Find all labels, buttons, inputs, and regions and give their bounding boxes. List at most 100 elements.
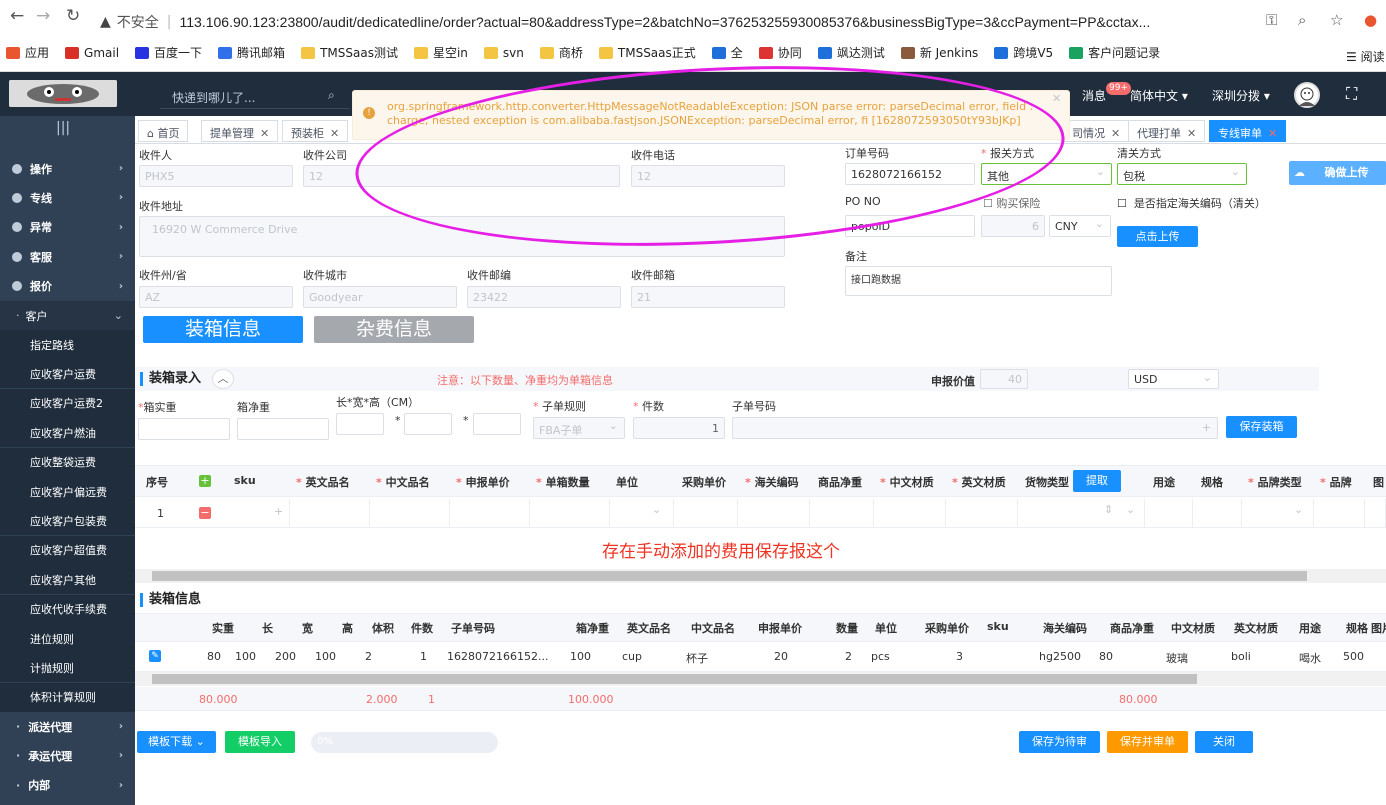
sku-cell-input[interactable] xyxy=(1314,499,1365,527)
sku-cell-input[interactable] xyxy=(610,499,674,527)
email-input[interactable]: 21 xyxy=(631,286,785,308)
chevron-down-icon[interactable]: ⌄ xyxy=(1126,503,1135,516)
search-icon[interactable]: ⌕ xyxy=(328,88,335,103)
bookmark-item[interactable]: svn xyxy=(483,44,524,61)
sku-cell-input[interactable] xyxy=(530,499,610,527)
pieces-input[interactable]: 1 xyxy=(633,417,725,439)
sku-cell-input[interactable] xyxy=(674,499,738,527)
template-import-button[interactable]: 模板导入 xyxy=(225,731,295,753)
bookmark-item[interactable]: TMSSaas正式 xyxy=(598,44,696,61)
language-select[interactable]: 简体中文 ▾ xyxy=(1130,87,1188,104)
stepper-icon[interactable]: ⇕ xyxy=(1104,503,1113,516)
branch-select[interactable]: 深圳分拨 ▾ xyxy=(1212,87,1270,104)
fetch-button[interactable]: 提取 xyxy=(1073,470,1121,492)
address-bar[interactable]: ▲ 不安全 | 113.106.90.123:23800/audit/dedic… xyxy=(100,8,1250,36)
packing-info-button[interactable]: 装箱信息 xyxy=(143,316,303,343)
close-icon[interactable]: ✕ xyxy=(1187,127,1196,140)
sidebar-item[interactable]: · 内部 › xyxy=(0,770,135,800)
sku-cell-input[interactable] xyxy=(810,499,874,527)
sidebar-sub-item[interactable]: 应收客户燃油 xyxy=(0,418,135,448)
close-icon[interactable]: ✕ xyxy=(1111,127,1120,140)
sidebar-sub-item[interactable]: 应收客户包装费 xyxy=(0,506,135,536)
tab-pre-load[interactable]: 预装柜 ✕ xyxy=(282,120,349,142)
tab-home[interactable]: ⌂ 首页 xyxy=(138,120,189,142)
zoom-icon[interactable]: ⌕ xyxy=(1298,11,1306,29)
net-weight-input[interactable] xyxy=(237,418,329,440)
bookmark-item[interactable]: TMSSaas测试 xyxy=(301,44,398,61)
width-input[interactable] xyxy=(404,413,452,435)
misc-fee-button[interactable]: 杂费信息 xyxy=(314,316,474,343)
bookmark-item[interactable]: 跨境V5 xyxy=(994,44,1053,61)
sku-cell-input[interactable] xyxy=(946,499,1018,527)
cloud-upload-button[interactable]: ☁ 确做上传 xyxy=(1289,161,1386,185)
collapse-toggle-icon[interactable]: ︿ xyxy=(212,369,234,389)
reload-icon[interactable]: ↻ xyxy=(66,6,80,26)
bookmark-item[interactable]: 腾讯邮箱 xyxy=(218,44,285,61)
sidebar-sub-item[interactable]: 应收代收手续费 xyxy=(0,594,135,624)
sku-cell-input[interactable] xyxy=(1145,499,1193,527)
add-icon[interactable]: + xyxy=(1202,421,1211,434)
sku-cell-input[interactable] xyxy=(1193,499,1242,527)
key-icon[interactable]: ⚿ xyxy=(1266,11,1277,29)
bookmark-item[interactable]: 应用 xyxy=(6,44,49,61)
sidebar-item[interactable]: 异常 › xyxy=(0,213,135,242)
declared-value-input[interactable]: 40 xyxy=(980,369,1028,389)
sku-cell-input[interactable] xyxy=(370,499,450,527)
sidebar-sub-item[interactable]: 应收客户超值费 xyxy=(0,535,135,565)
close-icon[interactable]: ✕ xyxy=(1268,127,1277,140)
sku-cell-input[interactable] xyxy=(738,499,810,527)
bookmark-item[interactable]: 星空in xyxy=(413,44,468,61)
reading-list[interactable]: ☰ 阅读 xyxy=(1346,48,1385,65)
avatar[interactable] xyxy=(1294,82,1320,108)
sidebar-sub-item[interactable]: 应收客户运费2 xyxy=(0,388,135,418)
bookmark-item[interactable]: Gmail xyxy=(65,44,119,61)
customs-code-checkbox[interactable]: ☐ 是否指定海关编码（清关） xyxy=(1117,195,1266,211)
save-packing-button[interactable]: 保存装箱 xyxy=(1226,416,1297,438)
insure-amount-input[interactable]: 6 xyxy=(981,215,1045,237)
remove-row-icon[interactable]: − xyxy=(199,507,211,519)
bookmark-item[interactable]: 商桥 xyxy=(539,44,583,61)
sku-cell-input[interactable] xyxy=(450,499,530,527)
star-icon[interactable]: ☆ xyxy=(1330,11,1343,29)
sidebar-item[interactable]: 报价 › xyxy=(0,272,135,301)
bookmark-item[interactable]: 百度一下 xyxy=(135,44,202,61)
sku-cell-input[interactable] xyxy=(290,499,370,527)
fullscreen-icon[interactable]: ⛶ xyxy=(1346,84,1357,104)
sidebar-item[interactable]: 客服 › xyxy=(0,242,135,271)
bookmark-item[interactable]: 新 Jenkins xyxy=(900,44,978,61)
receiver-input[interactable]: PHX5 xyxy=(139,165,293,187)
scrollbar-thumb[interactable] xyxy=(152,571,1307,581)
real-weight-input[interactable] xyxy=(138,418,230,440)
sidebar-item[interactable]: 专线 › xyxy=(0,183,135,212)
sub-rule-select[interactable]: FBA子单 xyxy=(533,417,625,439)
sidebar-sub-item[interactable]: 应收客户其他 xyxy=(0,565,135,595)
extension-icon[interactable]: ● xyxy=(1364,11,1377,29)
sidebar-item[interactable]: · 承运代理 › xyxy=(0,741,135,771)
chevron-down-icon[interactable]: ⌄ xyxy=(652,503,661,516)
bookmark-item[interactable]: 飒达测试 xyxy=(817,44,885,61)
header-search-input[interactable]: 快递到哪儿了... xyxy=(160,85,350,109)
city-input[interactable]: Goodyear xyxy=(303,286,457,308)
tab-situation[interactable]: 司情况 ✕ xyxy=(1064,120,1130,142)
height-input[interactable] xyxy=(473,413,521,435)
tab-agent-print[interactable]: 代理打单 ✕ xyxy=(1128,120,1206,142)
insure-currency-select[interactable]: CNY xyxy=(1049,215,1111,237)
length-input[interactable] xyxy=(336,413,384,435)
sku-cell-input[interactable] xyxy=(1365,499,1386,527)
edit-icon[interactable]: ✎ xyxy=(149,650,161,662)
sidebar-sub-item[interactable]: 应收客户运费 xyxy=(0,359,135,389)
chevron-down-icon[interactable]: ⌄ xyxy=(1294,503,1303,516)
currency-select[interactable]: USD xyxy=(1128,369,1219,389)
close-icon[interactable]: ✕ xyxy=(260,127,269,140)
sidebar-item[interactable]: · 派送代理 › xyxy=(0,712,135,741)
back-icon[interactable]: ← xyxy=(10,6,24,26)
sidebar-group-customer[interactable]: · 客户 ⌄ xyxy=(0,301,135,330)
template-download-button[interactable]: 模板下载 ⌄ xyxy=(137,731,216,753)
upload-button[interactable]: 点击上传 xyxy=(1117,226,1198,247)
bookmark-item[interactable]: 全 xyxy=(711,44,743,61)
tab-line-audit[interactable]: 专线审单 ✕ xyxy=(1209,120,1287,142)
state-input[interactable]: AZ xyxy=(139,286,293,308)
bookmark-item[interactable]: 协同 xyxy=(758,44,802,61)
bookmark-item[interactable]: 客户问题记录 xyxy=(1069,44,1160,61)
sidebar-sub-item[interactable]: 应收客户偏远费 xyxy=(0,477,135,506)
